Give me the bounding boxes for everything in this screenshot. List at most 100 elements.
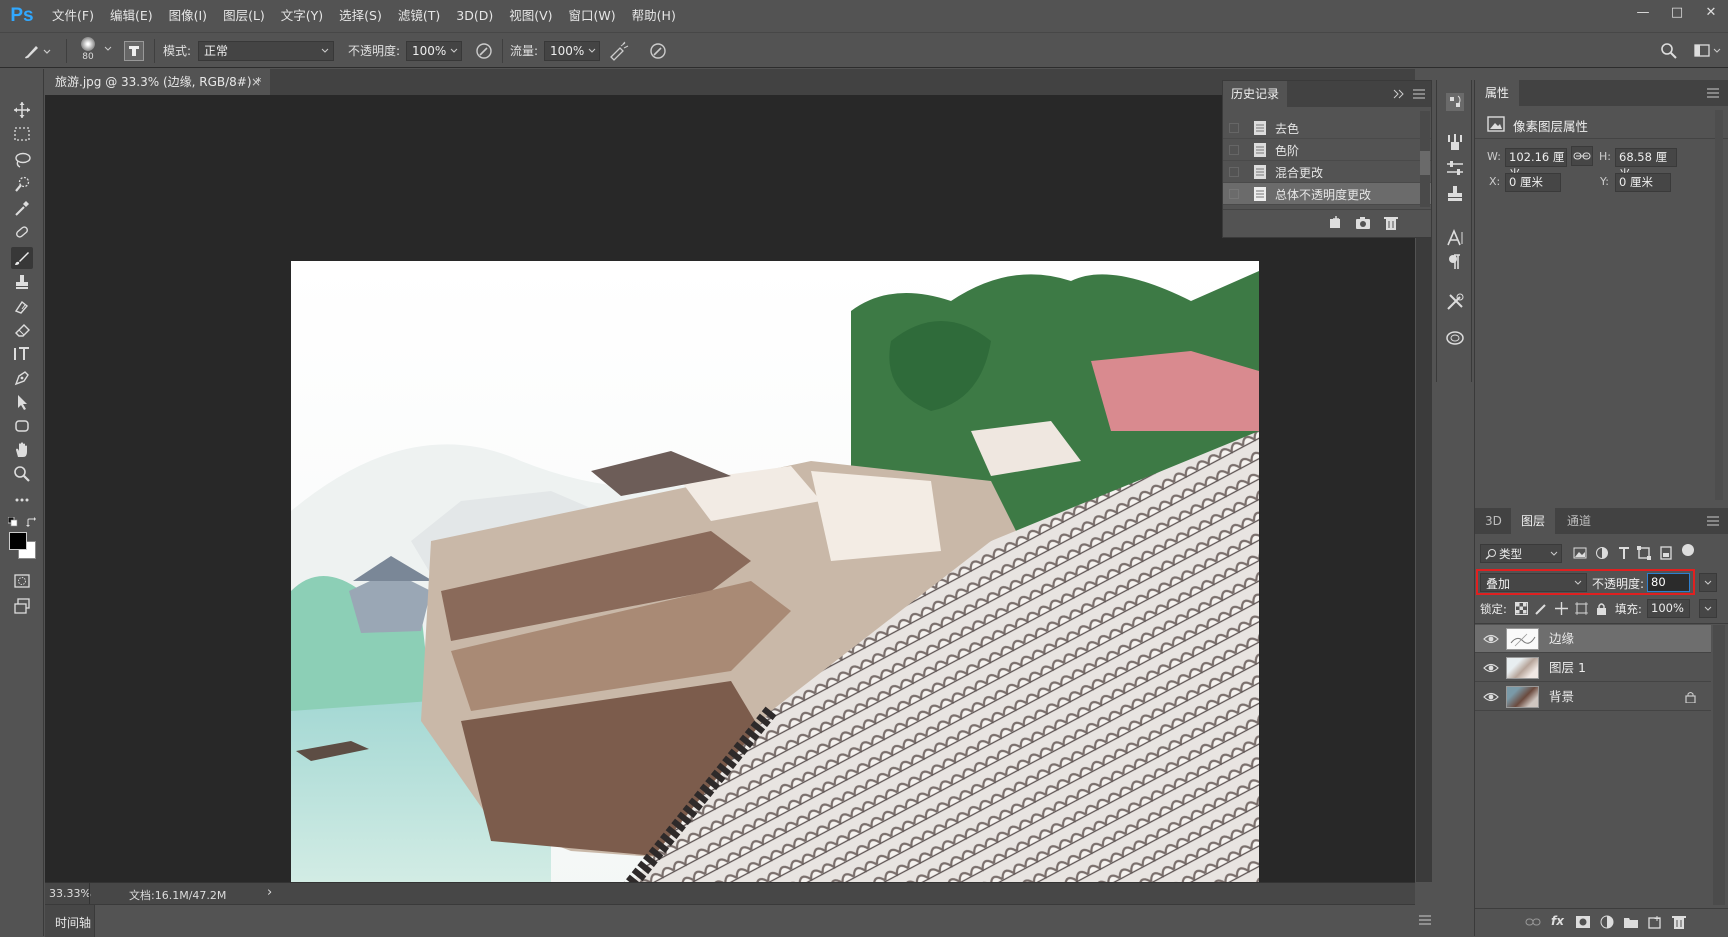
history-panel-icon[interactable] [1445, 92, 1465, 112]
hand-tool-icon[interactable] [11, 439, 33, 461]
shape-tool-icon[interactable] [11, 415, 33, 437]
chevron-down-icon[interactable] [104, 46, 112, 52]
collapse-panel-icon[interactable] [1393, 89, 1405, 99]
link-icon[interactable] [1571, 146, 1593, 166]
adjustments-icon[interactable] [1445, 158, 1465, 178]
quick-selection-tool-icon[interactable] [11, 173, 33, 195]
close-tab-icon[interactable]: × [251, 69, 261, 95]
search-icon[interactable] [1660, 42, 1678, 60]
screen-mode-icon[interactable] [11, 595, 33, 617]
brush-size-picker[interactable]: 80 [76, 36, 100, 66]
menu-file[interactable]: 文件(F) [44, 0, 102, 32]
layer-row-background[interactable]: 背景 [1475, 683, 1711, 711]
swap-colors-icon[interactable] [26, 517, 36, 527]
history-item-selected[interactable]: 总体不透明度更改 [1223, 183, 1431, 205]
mode-select[interactable]: 正常 [198, 41, 334, 61]
lock-artboard-icon[interactable] [1575, 602, 1588, 615]
pen-tool-icon[interactable] [11, 367, 33, 389]
history-item[interactable]: 去色 [1223, 117, 1431, 139]
menu-select[interactable]: 选择(S) [331, 0, 390, 32]
character-icon[interactable] [1445, 228, 1465, 248]
maximize-button[interactable]: □ [1660, 0, 1694, 24]
eyedropper-tool-icon[interactable] [11, 197, 33, 219]
eye-icon[interactable] [1483, 661, 1499, 675]
y-field[interactable]: 0 厘米 [1615, 173, 1671, 192]
filter-smart-object-icon[interactable] [1659, 546, 1673, 560]
x-field[interactable]: 0 厘米 [1505, 173, 1561, 192]
filter-adjustment-icon[interactable] [1595, 546, 1609, 560]
status-menu-arrow[interactable]: › [267, 885, 272, 900]
zoom-tool-icon[interactable] [11, 463, 33, 485]
history-tab[interactable]: 历史记录 [1223, 81, 1287, 107]
trash-icon[interactable] [1383, 215, 1399, 231]
fill-field[interactable]: 100% [1647, 599, 1690, 618]
marquee-tool-icon[interactable] [11, 123, 33, 145]
menu-filter[interactable]: 滤镜(T) [390, 0, 448, 32]
pressure-opacity-icon[interactable] [474, 41, 494, 61]
menu-type[interactable]: 文字(Y) [273, 0, 331, 32]
new-adjustment-layer-icon[interactable] [1599, 915, 1615, 929]
layer-opacity-field[interactable]: 80 [1647, 573, 1690, 592]
history-item[interactable]: 色阶 [1223, 139, 1431, 161]
layer-filter-select[interactable]: 类型 [1480, 544, 1562, 563]
menu-edit[interactable]: 编辑(E) [102, 0, 161, 32]
move-tool-icon[interactable] [11, 99, 33, 121]
fx-icon[interactable]: fx [1551, 914, 1564, 928]
fill-dropdown-button[interactable] [1699, 599, 1717, 618]
history-scrollbar[interactable] [1420, 111, 1430, 207]
zoom-level[interactable]: 33.33% [49, 887, 91, 900]
clone-source-icon[interactable] [1445, 184, 1465, 204]
properties-scrollbar[interactable] [1715, 110, 1723, 500]
quick-mask-icon[interactable] [11, 570, 33, 592]
canvas-area[interactable] [45, 95, 1415, 909]
new-layer-icon[interactable] [1647, 915, 1663, 929]
lasso-tool-icon[interactable] [11, 149, 33, 171]
menu-window[interactable]: 窗口(W) [561, 0, 624, 32]
airbrush-icon[interactable] [608, 41, 630, 61]
filter-pixel-icon[interactable] [1573, 546, 1587, 560]
paragraph-icon[interactable] [1445, 252, 1465, 272]
add-mask-icon[interactable] [1575, 915, 1591, 929]
history-brush-tool-icon[interactable] [11, 295, 33, 317]
new-document-from-state-icon[interactable] [1327, 215, 1343, 231]
lock-pixels-icon[interactable] [1535, 602, 1548, 615]
filter-type-icon[interactable] [1617, 546, 1631, 560]
lock-transparent-icon[interactable] [1515, 602, 1528, 615]
more-tools-icon[interactable] [11, 489, 33, 511]
tab-layers[interactable]: 图层 [1511, 508, 1556, 534]
clone-stamp-tool-icon[interactable] [11, 271, 33, 293]
menu-view[interactable]: 视图(V) [501, 0, 560, 32]
layer-row-layer1[interactable]: 图层 1 [1475, 654, 1711, 682]
document-canvas[interactable] [291, 261, 1259, 909]
menu-image[interactable]: 图像(I) [161, 0, 215, 32]
eye-icon[interactable] [1483, 690, 1499, 704]
menu-3d[interactable]: 3D(D) [448, 0, 501, 32]
timeline-tab[interactable]: 时间轴 [55, 914, 91, 931]
healing-brush-tool-icon[interactable] [11, 221, 33, 243]
panel-menu-icon[interactable] [1419, 915, 1431, 925]
filter-toggle-icon[interactable] [1682, 544, 1694, 556]
width-field[interactable]: 102.16 厘米 [1505, 148, 1567, 181]
panel-menu-icon[interactable] [1413, 89, 1425, 99]
history-item[interactable]: 混合更改 [1223, 161, 1431, 183]
filter-shape-icon[interactable] [1637, 546, 1651, 560]
properties-tab[interactable]: 属性 [1475, 80, 1520, 106]
camera-icon[interactable] [1355, 215, 1371, 231]
opacity-dropdown-button[interactable] [1699, 573, 1717, 592]
tool-presets-icon[interactable] [1445, 292, 1465, 312]
pressure-size-icon[interactable] [648, 41, 668, 61]
layer-row-edge[interactable]: 边缘 [1475, 625, 1711, 653]
type-tool-icon[interactable] [11, 343, 33, 365]
new-group-icon[interactable] [1623, 915, 1639, 929]
link-layers-icon[interactable] [1525, 915, 1541, 929]
default-colors-icon[interactable] [8, 517, 18, 527]
brush-tool-preset-icon[interactable] [22, 41, 52, 61]
eye-icon[interactable] [1483, 632, 1499, 646]
close-button[interactable]: ✕ [1694, 0, 1728, 24]
minimize-button[interactable]: — [1626, 0, 1660, 24]
path-selection-tool-icon[interactable] [11, 391, 33, 413]
workspace-switcher-icon[interactable] [1694, 42, 1722, 60]
menu-help[interactable]: 帮助(H) [624, 0, 684, 32]
layers-scrollbar[interactable] [1713, 625, 1725, 905]
brush-panel-toggle-icon[interactable] [124, 41, 144, 61]
